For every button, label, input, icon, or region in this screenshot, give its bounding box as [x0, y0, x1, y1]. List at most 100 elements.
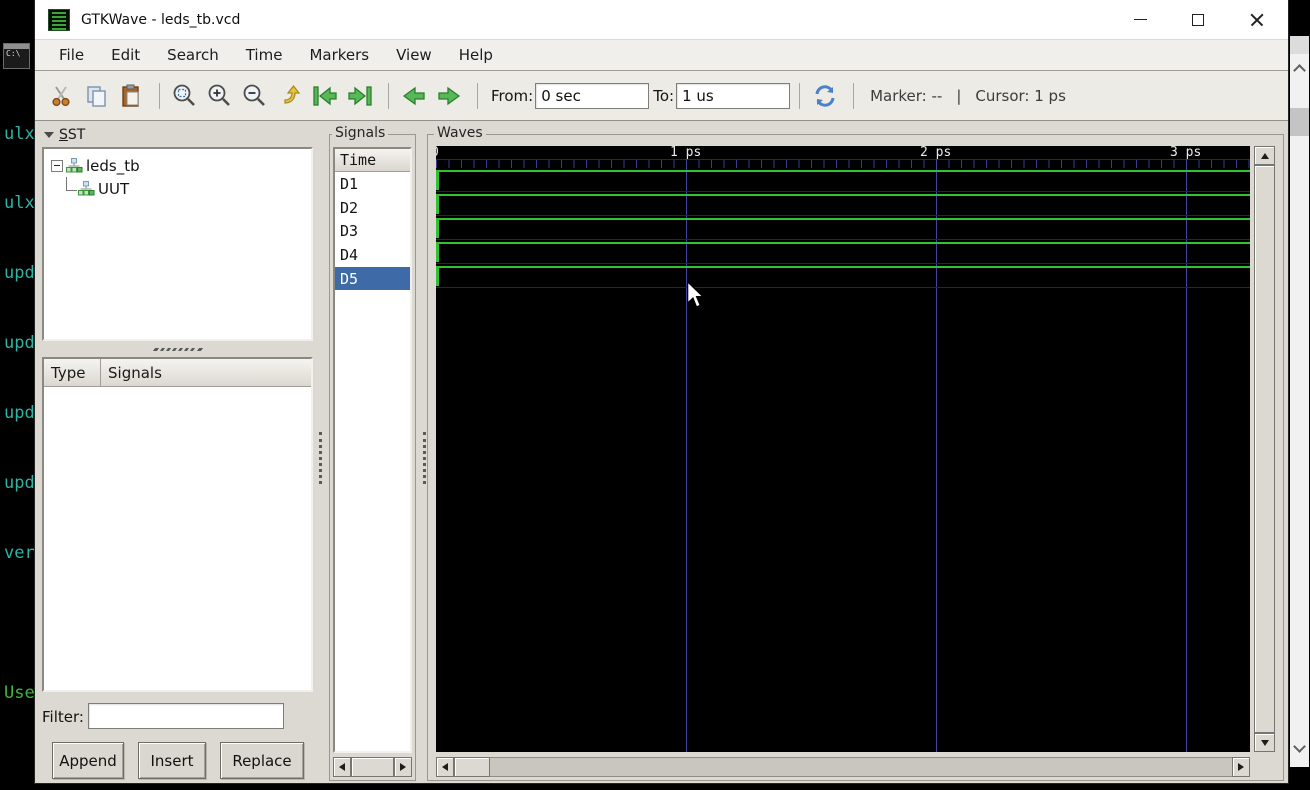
- zoom-fit-button[interactable]: [169, 80, 201, 112]
- zoom-out-button[interactable]: [239, 80, 271, 112]
- menu-view[interactable]: View: [386, 43, 442, 67]
- sst-signals-table[interactable]: Type Signals: [42, 357, 313, 692]
- scroll-left-button[interactable]: [436, 757, 454, 777]
- tree-node-uut[interactable]: UUT: [66, 177, 311, 200]
- scrollbar-thumb[interactable]: [1254, 165, 1275, 733]
- title-bar[interactable]: GTKWave - leds_tb.vcd: [35, 0, 1288, 40]
- terminal-line: ver: [4, 542, 37, 565]
- menu-search[interactable]: Search: [157, 43, 229, 67]
- triangle-up-icon: [1261, 153, 1269, 159]
- cut-button[interactable]: [45, 80, 77, 112]
- move-left-button[interactable]: [398, 80, 430, 112]
- menu-help[interactable]: Help: [449, 43, 503, 67]
- menu-bar: File Edit Search Time Markers View Help: [35, 40, 1288, 71]
- move-right-button[interactable]: [433, 80, 465, 112]
- toolbar-separator: [477, 83, 478, 109]
- close-icon: [1250, 13, 1264, 27]
- zoom-in-icon: [207, 83, 233, 109]
- zoom-undo-button[interactable]: [274, 80, 306, 112]
- gtkwave-app-icon: [48, 9, 70, 31]
- waves-vertical-scrollbar[interactable]: [1254, 146, 1275, 752]
- insert-button[interactable]: Insert: [138, 742, 206, 779]
- sst-label-accel: S: [59, 127, 68, 143]
- terminal-line: Use: [4, 682, 37, 705]
- triangle-left-icon: [442, 763, 448, 771]
- terminal-line: [4, 612, 37, 635]
- go-to-start-button[interactable]: [309, 80, 341, 112]
- skip-to-end-icon: [346, 85, 374, 107]
- signals-frame-label: Signals: [332, 125, 388, 141]
- zoom-out-icon: [242, 83, 268, 109]
- sst-horizontal-splitter[interactable]: [42, 345, 313, 353]
- close-button[interactable]: [1228, 0, 1286, 39]
- chevron-up-icon: [1293, 64, 1306, 77]
- scroll-up-button[interactable]: [1254, 146, 1275, 165]
- tree-expander-icon[interactable]: [51, 160, 63, 172]
- background-terminal-output: ulx ulx upd upd upd upd ver Use C:\ Cre …: [4, 76, 37, 752]
- sst-header[interactable]: SST: [44, 127, 85, 143]
- wave-high-line: [436, 194, 1250, 196]
- background-scrollbar-thumb: [1290, 108, 1309, 136]
- timeline-ruler: 0 1 ps 2 ps 3 ps: [436, 146, 1250, 160]
- menu-markers[interactable]: Markers: [299, 43, 379, 67]
- minimize-button[interactable]: [1111, 0, 1169, 39]
- to-input[interactable]: [676, 83, 790, 109]
- column-header-type[interactable]: Type: [44, 359, 101, 387]
- terminal-line: upd: [4, 472, 37, 495]
- paste-button[interactable]: [115, 80, 147, 112]
- signal-row-d5[interactable]: D5: [335, 267, 410, 291]
- copy-button[interactable]: [80, 80, 112, 112]
- replace-button[interactable]: Replace: [220, 742, 304, 779]
- waves-horizontal-scrollbar[interactable]: [436, 757, 1250, 777]
- scroll-right-button[interactable]: [1232, 757, 1250, 777]
- filter-input[interactable]: [88, 703, 284, 729]
- go-to-end-button[interactable]: [344, 80, 376, 112]
- pane-splitter[interactable]: [319, 432, 325, 484]
- zoom-in-button[interactable]: [204, 80, 236, 112]
- wave-transition-edge: [436, 194, 439, 214]
- maximize-icon: [1192, 14, 1204, 26]
- scrollbar-thumb[interactable]: [454, 757, 490, 777]
- signals-horizontal-scrollbar[interactable]: [333, 757, 412, 777]
- tree-node-leds-tb[interactable]: leds_tb: [51, 154, 311, 177]
- toolbar-separator: [799, 83, 800, 109]
- toolbar: From: To: Marker: -- | Cursor: 1 ps: [35, 71, 1288, 121]
- sst-tree[interactable]: leds_tb UUT: [42, 147, 313, 341]
- from-input[interactable]: [535, 83, 649, 109]
- wave-high-line: [436, 266, 1250, 268]
- append-button[interactable]: Append: [52, 742, 124, 779]
- scroll-right-button[interactable]: [394, 757, 412, 777]
- waveform-row-d5: [436, 264, 1250, 288]
- menu-edit[interactable]: Edit: [101, 43, 150, 67]
- scroll-down-button[interactable]: [1254, 733, 1275, 752]
- reload-button[interactable]: [809, 80, 841, 112]
- tree-connector: [66, 177, 77, 191]
- maximize-button[interactable]: [1169, 0, 1227, 39]
- skip-to-start-icon: [311, 85, 339, 107]
- scrollbar-thumb[interactable]: [351, 757, 394, 777]
- menu-time[interactable]: Time: [236, 43, 293, 67]
- mouse-cursor: [685, 281, 705, 313]
- menu-file[interactable]: File: [49, 43, 94, 67]
- signal-row-d2[interactable]: D2: [335, 196, 410, 220]
- signal-row-d1[interactable]: D1: [335, 172, 410, 196]
- scroll-left-button[interactable]: [333, 757, 351, 777]
- signal-row-d4[interactable]: D4: [335, 243, 410, 267]
- wave-high-line: [436, 242, 1250, 244]
- scissors-icon: [49, 84, 73, 108]
- signal-row-d3[interactable]: D3: [335, 219, 410, 243]
- wave-transition-edge: [436, 218, 439, 238]
- waveform-row-d2: [436, 192, 1250, 216]
- terminal-line: upd: [4, 332, 37, 355]
- minimize-icon: [1134, 19, 1147, 21]
- time-column-header[interactable]: Time: [335, 149, 410, 172]
- terminal-line: ulx: [4, 123, 37, 146]
- column-header-signals[interactable]: Signals: [101, 359, 311, 387]
- waves-frame-label: Waves: [434, 125, 486, 141]
- terminal-line: upd: [4, 402, 37, 425]
- copy-icon: [84, 84, 108, 108]
- window-title: GTKWave - leds_tb.vcd: [81, 12, 240, 28]
- wave-canvas[interactable]: 0 1 ps 2 ps 3 ps: [436, 146, 1250, 752]
- waveform-row-d3: [436, 216, 1250, 240]
- scrollbar-track[interactable]: [490, 757, 1232, 777]
